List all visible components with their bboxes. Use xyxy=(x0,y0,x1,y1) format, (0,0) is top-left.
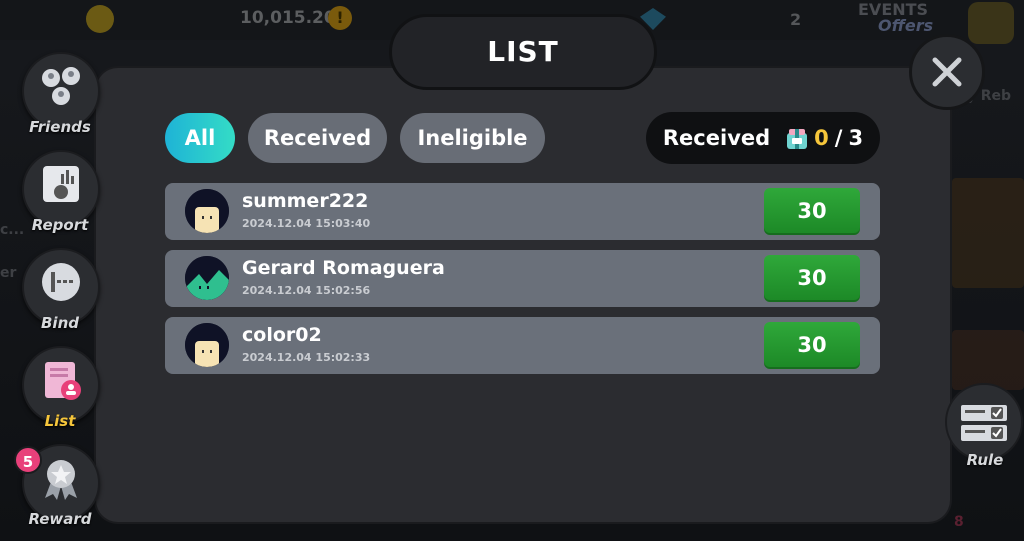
amount-button[interactable]: 30 xyxy=(764,188,860,235)
events-offers-button: EVENTS Offers xyxy=(858,2,933,34)
reward-badge: 5 xyxy=(14,446,42,474)
close-button[interactable] xyxy=(909,34,985,110)
modal-title: LIST xyxy=(389,14,657,90)
timestamp: 2024.12.04 15:02:56 xyxy=(242,284,371,297)
bg-badge-8: 8 xyxy=(954,514,964,530)
list-item: summer222 2024.12.04 15:03:40 30 xyxy=(165,183,880,240)
avatar xyxy=(185,189,229,233)
bind-icon xyxy=(39,260,83,304)
user-name: Gerard Romaguera xyxy=(242,257,445,279)
gift-box-icon xyxy=(786,126,808,150)
star-icon xyxy=(968,2,1014,44)
rule-checklist-icon xyxy=(961,405,1007,441)
received-counter-label: Received xyxy=(662,126,771,150)
tab-all[interactable]: All xyxy=(165,113,235,163)
tab-ineligible[interactable]: Ineligible xyxy=(400,113,545,163)
list-item: Gerard Romaguera 2024.12.04 15:02:56 30 xyxy=(165,250,880,307)
sidebar-label-list: List xyxy=(44,412,76,430)
sidebar-label-reward: Reward xyxy=(28,510,92,528)
user-name: color02 xyxy=(242,324,322,346)
received-current: 0 xyxy=(814,126,829,150)
sidebar-label-bind: Bind xyxy=(41,314,79,332)
sidebar-label-report: Report xyxy=(31,216,89,234)
avatar xyxy=(185,256,229,300)
top-count: 2 xyxy=(790,10,802,29)
user-name: summer222 xyxy=(242,190,369,212)
bg-game-thumbnail-2 xyxy=(952,330,1024,390)
timestamp: 2024.12.04 15:02:33 xyxy=(242,351,371,364)
offers-label: Offers xyxy=(878,16,934,35)
rule-button[interactable] xyxy=(945,383,1023,461)
timestamp: 2024.12.04 15:03:40 xyxy=(242,217,371,230)
friends-icon xyxy=(39,64,83,108)
sidebar-label-friends: Friends xyxy=(29,118,91,136)
amount-button[interactable]: 30 xyxy=(764,322,860,369)
list-item: color02 2024.12.04 15:02:33 30 xyxy=(165,317,880,374)
balance-text: 10,015.20 xyxy=(240,8,336,28)
amount-button[interactable]: 30 xyxy=(764,255,860,302)
list-icon xyxy=(39,358,83,402)
reward-medal-icon xyxy=(39,456,83,500)
rule-label: Rule xyxy=(966,451,1004,469)
alert-icon: ! xyxy=(328,6,352,30)
received-counter: Received 0 / 3 xyxy=(646,112,880,164)
coin-icon xyxy=(86,5,114,33)
received-separator: / xyxy=(834,126,843,150)
report-icon xyxy=(39,162,83,206)
bg-text-left-2: er xyxy=(0,265,17,281)
received-total: 3 xyxy=(848,126,864,150)
tab-received[interactable]: Received xyxy=(248,113,387,163)
bg-game-thumbnail xyxy=(952,178,1024,288)
close-icon xyxy=(932,57,962,87)
avatar xyxy=(185,323,229,367)
